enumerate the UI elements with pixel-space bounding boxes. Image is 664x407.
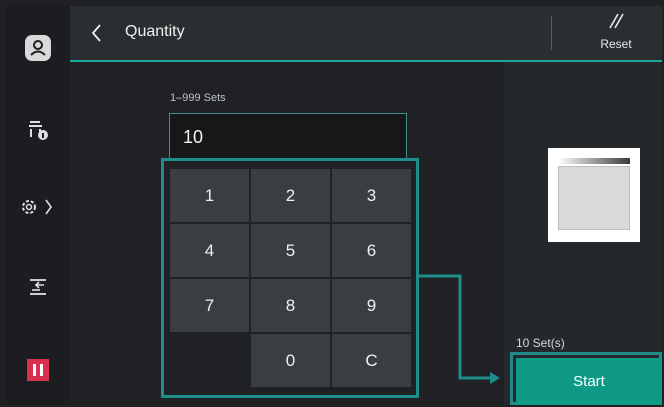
settings-button[interactable] [6, 179, 70, 235]
key-3[interactable]: 3 [332, 169, 411, 222]
quantity-range-label: 1–999 Sets [170, 92, 226, 104]
chevron-left-icon [91, 24, 101, 42]
key-9[interactable]: 9 [332, 279, 411, 332]
app-frame: Quantity Reset 1–999 Sets 10 123 456 7890C… [6, 6, 662, 405]
key-0[interactable]: 0 [251, 334, 330, 387]
stop-button[interactable] [6, 342, 70, 398]
stop-icon [27, 359, 49, 381]
preview-panel: 10 Set(s) Start [504, 62, 662, 405]
user-icon [25, 35, 51, 61]
key-6[interactable]: 6 [332, 224, 411, 277]
numeric-keypad: 123 456 7890C [170, 169, 414, 389]
key-2[interactable]: 2 [251, 169, 330, 222]
sets-count-label: 10 Set(s) [516, 336, 565, 350]
key-1[interactable]: 1 [170, 169, 249, 222]
user-button[interactable] [6, 20, 70, 76]
job-swap-button[interactable] [6, 259, 70, 315]
key-4[interactable]: 4 [170, 224, 249, 277]
reset-label: Reset [600, 37, 632, 51]
header-divider [551, 16, 552, 50]
preview-gradient-bar [558, 158, 630, 164]
quantity-input[interactable]: 10 [169, 113, 407, 159]
key-8[interactable]: 8 [251, 279, 330, 332]
printer-info-icon [29, 121, 48, 140]
settings-gear-icon [22, 199, 52, 215]
header-bar: Quantity Reset [70, 6, 662, 62]
key-clear[interactable]: C [332, 334, 411, 387]
start-button[interactable]: Start [516, 358, 662, 405]
page-title: Quantity [125, 23, 185, 40]
main-panel: 1–999 Sets 10 123 456 7890C [70, 62, 504, 405]
key-5[interactable]: 5 [251, 224, 330, 277]
swap-icon [30, 279, 46, 295]
device-info-button[interactable] [6, 102, 70, 158]
left-rail [6, 6, 70, 405]
reset-slash-icon [609, 13, 624, 29]
back-button[interactable] [82, 16, 112, 50]
document-preview [548, 148, 640, 242]
key-blank [170, 334, 249, 387]
reset-button[interactable]: Reset [584, 12, 648, 56]
key-7[interactable]: 7 [170, 279, 249, 332]
preview-page [558, 166, 630, 230]
